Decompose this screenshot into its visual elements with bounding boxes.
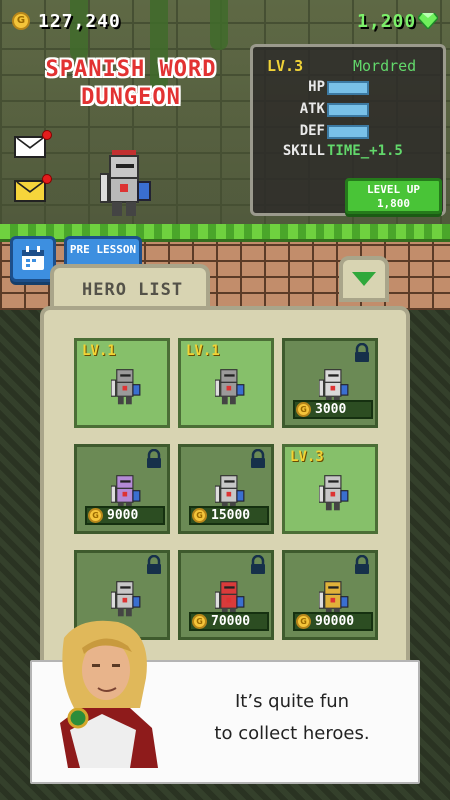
lock-icon: [251, 555, 265, 574]
calendar-icon: [22, 246, 44, 270]
lock-icon: [147, 555, 161, 574]
hero-sprite: [215, 369, 245, 405]
gem-amount: 1,200: [357, 11, 417, 32]
coin-icon: G: [192, 508, 207, 523]
gold-coin-icon: G: [12, 12, 30, 30]
hero-sprite: [319, 475, 349, 511]
atk-label: ATK: [299, 101, 325, 117]
def-bar: [327, 125, 369, 139]
lock-icon: [355, 555, 369, 574]
chevron-down-icon: [352, 272, 376, 286]
coin-icon: G: [192, 614, 207, 629]
hero-card[interactable]: LV.1: [178, 338, 274, 428]
dialog-line2: to collect heroes.: [214, 723, 370, 744]
hero-sprite: [111, 581, 141, 617]
hero-level-label: LV.1: [82, 343, 116, 359]
skill-label: SKILL: [282, 143, 325, 159]
hero-card[interactable]: LV.3: [282, 444, 378, 534]
coin-icon: G: [296, 614, 311, 629]
npc-portrait: [60, 620, 158, 768]
game-title-line1: SPANISH WORD: [45, 57, 217, 82]
atk-bar: [327, 103, 369, 117]
level-up-label: LEVEL UP: [367, 183, 420, 196]
hero-level-label: LV.1: [186, 343, 220, 359]
hero-card[interactable]: G 90000: [282, 550, 378, 640]
lock-icon: [147, 449, 161, 468]
def-label: DEF: [299, 123, 325, 139]
hp-bar: [327, 81, 369, 95]
hero-level-label: LV.3: [290, 449, 324, 465]
hero-price: G 70000: [189, 612, 269, 631]
hero-price-value: 15000: [211, 508, 251, 523]
level-up-button[interactable]: LEVEL UP 1,800: [345, 178, 442, 214]
lock-icon: [355, 343, 369, 362]
mail-icon-read[interactable]: [14, 130, 52, 158]
lock-icon: [251, 449, 265, 468]
notification-dot: [42, 130, 52, 140]
dialog-text: It’s quite fun to collect heroes.: [182, 686, 402, 750]
hero-price-value: 70000: [211, 614, 251, 629]
gem-icon: [418, 13, 438, 29]
hero-sprite: [111, 369, 141, 405]
game-screen: G 127,240 1,200 SPANISH WORD DUNGEON LV.…: [0, 0, 450, 800]
currency-bar: G 127,240 1,200: [0, 0, 450, 40]
hero-price: G 15000: [189, 506, 269, 525]
hero-price: G 3000: [293, 400, 373, 419]
hero-name: Mordred: [353, 57, 417, 75]
coin-icon: G: [296, 402, 311, 417]
notification-dot: [42, 174, 52, 184]
hero-price-value: 90000: [315, 614, 355, 629]
gold-amount: 127,240: [38, 11, 121, 32]
hero-card[interactable]: G 3000: [282, 338, 378, 428]
collapse-arrow-button[interactable]: [339, 256, 389, 302]
level-up-cost: 1,800: [376, 197, 411, 210]
hero-card[interactable]: G 9000: [74, 444, 170, 534]
hero-list-title: HERO LIST: [82, 280, 184, 300]
hp-label: HP: [308, 79, 325, 95]
hero-card[interactable]: LV.1: [74, 338, 170, 428]
selected-hero-sprite[interactable]: [100, 150, 152, 218]
hero-card[interactable]: G 15000: [178, 444, 274, 534]
hero-card[interactable]: G 70000: [178, 550, 274, 640]
hero-price-value: 9000: [107, 508, 139, 523]
game-title-line2: DUNGEON: [81, 85, 181, 110]
hero-price-value: 3000: [315, 402, 347, 417]
mail-icon-unread[interactable]: [14, 174, 52, 202]
dialog-line1: It’s quite fun: [234, 691, 350, 712]
coin-icon: G: [88, 508, 103, 523]
hero-price: G 90000: [293, 612, 373, 631]
skill-value: TIME_+1.5: [327, 143, 403, 159]
hero-level: LV.3: [267, 57, 304, 75]
game-title: SPANISH WORD DUNGEON: [26, 56, 236, 112]
hero-price: G 9000: [85, 506, 165, 525]
